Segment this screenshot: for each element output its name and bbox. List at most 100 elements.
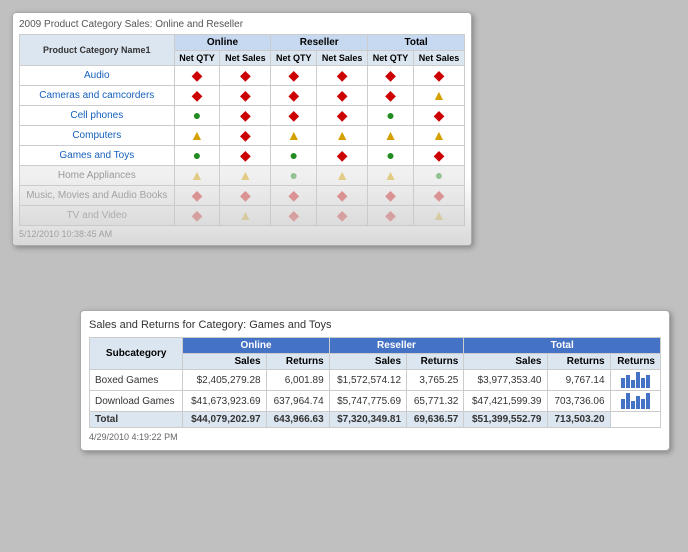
- symbol-cell: ◆: [220, 86, 271, 106]
- symbol-cell: ▲: [317, 166, 368, 186]
- value-cell: $1,572,574.12: [329, 370, 406, 391]
- subcategory-cell: Download Games: [90, 391, 183, 412]
- spark-bar: [621, 378, 625, 388]
- diamond-red-icon: ◆: [240, 147, 251, 163]
- detail-reseller-header: Reseller: [329, 338, 464, 354]
- category-name-cell[interactable]: Audio: [20, 66, 175, 86]
- detail-table: Subcategory Online Reseller Total Sales …: [89, 337, 661, 428]
- detail-online-returns-header: Returns: [266, 354, 329, 370]
- sparkline-cell: [610, 391, 660, 412]
- detail-total-returns-header: Returns: [547, 354, 610, 370]
- symbol-cell: ●: [368, 106, 414, 126]
- subcategory-cell: Boxed Games: [90, 370, 183, 391]
- symbol-cell: ◆: [317, 206, 368, 226]
- circle-green-icon: ●: [386, 107, 394, 123]
- total-net-qty-header: Net QTY: [368, 51, 414, 66]
- bottom-report-panel: Sales and Returns for Category: Games an…: [80, 310, 670, 451]
- subcategory-header: Subcategory: [90, 338, 183, 370]
- symbol-cell: ◆: [174, 86, 220, 106]
- online-header: Online: [174, 35, 271, 51]
- symbol-cell: ◆: [317, 86, 368, 106]
- spark-bar: [631, 380, 635, 388]
- symbol-cell: ●: [174, 106, 220, 126]
- circle-green-icon: ●: [193, 147, 201, 163]
- symbol-cell: ◆: [317, 186, 368, 206]
- symbol-cell: ▲: [220, 206, 271, 226]
- diamond-red-icon: ◆: [385, 87, 396, 103]
- symbol-cell: ▲: [220, 166, 271, 186]
- symbol-cell: ▲: [174, 166, 220, 186]
- symbol-cell: ▲: [271, 126, 317, 146]
- spark-bar: [636, 396, 640, 409]
- circle-green-icon: ●: [193, 107, 201, 123]
- symbol-cell: ◆: [174, 186, 220, 206]
- category-name-cell[interactable]: Cameras and camcorders: [20, 86, 175, 106]
- value-cell: $5,747,775.69: [329, 391, 406, 412]
- circle-green-icon: ●: [386, 147, 394, 163]
- spark-bar: [626, 375, 630, 388]
- symbol-cell: ◆: [317, 66, 368, 86]
- diamond-red-icon: ◆: [240, 67, 251, 83]
- diamond-red-icon: ◆: [434, 67, 445, 83]
- diamond-red-icon: ◆: [192, 187, 203, 203]
- triangle-yellow-icon: ▲: [432, 207, 446, 223]
- value-cell: $41,673,923.69: [183, 391, 266, 412]
- diamond-red-icon: ◆: [240, 87, 251, 103]
- diamond-red-icon: ◆: [288, 87, 299, 103]
- symbol-cell: ◆: [220, 66, 271, 86]
- total-header: Total: [368, 35, 465, 51]
- category-name-cell[interactable]: Cell phones: [20, 106, 175, 126]
- spark-bar: [646, 393, 650, 409]
- value-cell: 643,966.63: [266, 412, 329, 428]
- triangle-yellow-icon: ▲: [190, 127, 204, 143]
- diamond-red-icon: ◆: [192, 207, 203, 223]
- spark-bar: [631, 401, 635, 409]
- symbol-cell: ◆: [368, 66, 414, 86]
- triangle-yellow-icon: ▲: [190, 167, 204, 183]
- symbol-cell: ◆: [271, 66, 317, 86]
- spark-bar: [636, 372, 640, 388]
- diamond-red-icon: ◆: [240, 187, 251, 203]
- triangle-yellow-icon: ▲: [384, 167, 398, 183]
- diamond-red-icon: ◆: [192, 67, 203, 83]
- symbol-cell: ●: [368, 146, 414, 166]
- triangle-yellow-icon: ▲: [335, 127, 349, 143]
- symbol-cell: ●: [174, 146, 220, 166]
- symbol-cell: ◆: [271, 206, 317, 226]
- symbol-cell: ●: [413, 166, 464, 186]
- triangle-yellow-icon: ▲: [287, 127, 301, 143]
- value-cell: 65,771.32: [407, 391, 464, 412]
- diamond-red-icon: ◆: [337, 187, 348, 203]
- value-cell: $7,320,349.81: [329, 412, 406, 428]
- symbol-cell: ▲: [413, 126, 464, 146]
- detail-reseller-sales-header: Sales: [329, 354, 406, 370]
- category-name-cell[interactable]: TV and Video: [20, 206, 175, 226]
- reseller-net-qty-header: Net QTY: [271, 51, 317, 66]
- diamond-red-icon: ◆: [240, 107, 251, 123]
- value-cell: 6,001.89: [266, 370, 329, 391]
- triangle-yellow-icon: ▲: [432, 127, 446, 143]
- bottom-report-title: Sales and Returns for Category: Games an…: [89, 319, 661, 331]
- category-name-cell[interactable]: Music, Movies and Audio Books: [20, 186, 175, 206]
- value-cell: $2,405,279.28: [183, 370, 266, 391]
- value-cell: 637,964.74: [266, 391, 329, 412]
- diamond-red-icon: ◆: [192, 87, 203, 103]
- symbol-cell: ◆: [220, 186, 271, 206]
- top-timestamp: 5/12/2010 10:38:45 AM: [19, 229, 465, 239]
- symbol-cell: ◆: [317, 106, 368, 126]
- detail-online-sales-header: Sales: [183, 354, 266, 370]
- circle-green-icon: ●: [290, 167, 298, 183]
- triangle-yellow-icon: ▲: [384, 127, 398, 143]
- symbol-cell: ◆: [413, 146, 464, 166]
- diamond-red-icon: ◆: [385, 207, 396, 223]
- detail-total-header: Total: [464, 338, 661, 354]
- diamond-red-icon: ◆: [337, 87, 348, 103]
- symbol-cell: ●: [271, 166, 317, 186]
- category-name-cell[interactable]: Games and Toys: [20, 146, 175, 166]
- symbol-cell: ▲: [413, 206, 464, 226]
- spark-bar: [641, 399, 645, 409]
- category-name-cell[interactable]: Home Appliances: [20, 166, 175, 186]
- online-net-sales-header: Net Sales: [220, 51, 271, 66]
- value-cell: 9,767.14: [547, 370, 610, 391]
- category-name-cell[interactable]: Computers: [20, 126, 175, 146]
